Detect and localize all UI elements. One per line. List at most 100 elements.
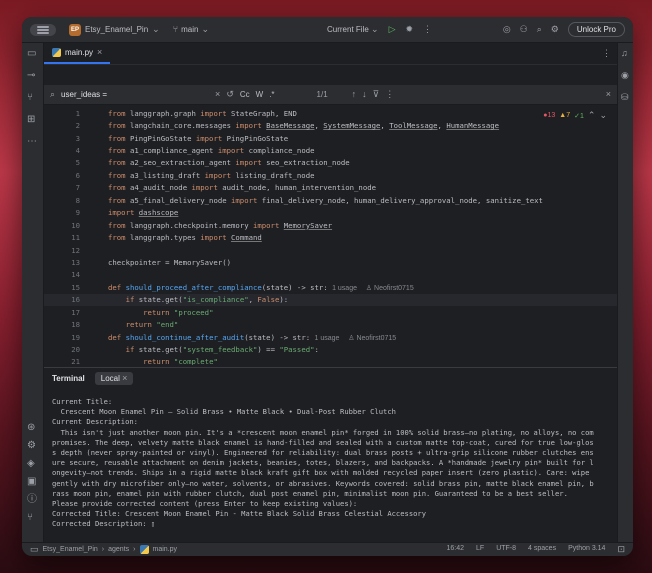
gear-icon[interactable]: ⚙	[551, 25, 559, 34]
pull-request-icon[interactable]: ⑂	[27, 93, 33, 103]
code-line-current: 16 if state.get("is_compliance", False):	[44, 293, 617, 306]
search-icon[interactable]: ⌕	[537, 25, 542, 34]
terminal-line: This isn't just another moon pin. It's a…	[52, 427, 594, 437]
code-line: 10 from langgraph.checkpoint.memory impor…	[71, 220, 333, 230]
whole-word-toggle[interactable]: W	[256, 90, 264, 99]
code-editor[interactable]: 1 from langgraph.graph import StateGraph,…	[44, 107, 617, 365]
terminal-line: rass moon pin, enamel pin with rubber cl…	[52, 488, 568, 498]
project-badge: EP	[69, 23, 81, 36]
version-control-icon[interactable]: ⑂	[27, 513, 33, 523]
services-icon[interactable]: ⚙	[27, 441, 36, 451]
code-line: 14	[71, 270, 80, 280]
structure-icon[interactable]: ⊞	[27, 115, 35, 125]
terminal-line: Corrected Title: Crescent Moon Enamel Pi…	[52, 509, 427, 519]
interpreter[interactable]: Python 3.14	[568, 545, 605, 554]
stop-icon[interactable]: ⋮	[423, 25, 432, 34]
editor-tabs: main.py × ⋮	[44, 43, 617, 65]
breadcrumb-dir[interactable]: agents	[108, 546, 129, 553]
database-icon[interactable]: ⛁	[621, 93, 629, 102]
code-line: 21 return "complete"	[71, 357, 218, 365]
regex-toggle[interactable]: .*	[269, 90, 274, 99]
branch-icon: ⑂	[172, 24, 179, 34]
find-bar: ⌕ user_ideas = × ↺ Cc W .* 1/1 ↑ ↓ ⊽ ⋮ ×	[44, 85, 617, 105]
commit-icon[interactable]: ⊸	[27, 71, 35, 81]
more-options-icon[interactable]: ⋮	[385, 90, 394, 99]
breadcrumb-project[interactable]: Etsy_Enamel_Pin	[43, 546, 98, 553]
close-icon[interactable]: ×	[606, 90, 611, 99]
code-line: 11 from langgraph.types import Command	[71, 233, 262, 243]
arrow-up-icon[interactable]: ↑	[352, 90, 357, 99]
packages-icon[interactable]: ◈	[27, 459, 35, 469]
file-encoding[interactable]: UTF-8	[496, 545, 516, 554]
tab-terminal[interactable]: Terminal	[52, 374, 85, 383]
match-case-toggle[interactable]: Cc	[240, 90, 250, 99]
project-icon: ▭	[30, 544, 39, 554]
status-bar: ▭ Etsy_Enamel_Pin › agents › main.py 16:…	[22, 542, 633, 556]
history-icon[interactable]: ↺	[226, 90, 234, 99]
code-line: 18 return "end"	[71, 320, 179, 330]
notifications-icon[interactable]: ♫	[621, 49, 628, 58]
main-menu-button[interactable]	[30, 23, 56, 36]
tab-label: main.py	[65, 48, 94, 57]
match-count: 1/1	[316, 90, 328, 99]
terminal-icon[interactable]: ▣	[27, 477, 36, 487]
code-line: 7 from a4_audit_node import audit_node, h…	[75, 183, 376, 193]
code-line: 20 if state.get("system_feedback") == "P…	[71, 345, 319, 355]
lock-icon[interactable]: ⊡	[617, 545, 625, 554]
terminal-line: Please provide corrected content (press …	[52, 499, 358, 509]
close-icon[interactable]: ×	[97, 48, 102, 57]
python-console-icon[interactable]: ⊛	[27, 423, 35, 433]
code-line: 5 from a2_seo_extraction_agent import seo…	[75, 158, 350, 168]
terminal-line: Current Description:	[52, 417, 138, 427]
terminal-line: s depth (never spray-painted or vinyl). …	[52, 448, 594, 458]
code-line: 3 from PingPinGoState import PingPinGoSta…	[75, 133, 289, 143]
terminal-line: Crescent Moon Enamel Pin — Solid Brass •…	[52, 407, 396, 417]
search-icon[interactable]: ⌕	[50, 90, 55, 99]
problems-icon[interactable]: ⓘ	[27, 495, 37, 505]
user-icon[interactable]: ⚇	[520, 25, 528, 34]
tab-main-py[interactable]: main.py ×	[44, 43, 111, 64]
project-selector[interactable]: EP Etsy_Enamel_Pin ⌄	[64, 22, 165, 38]
left-tool-strip: ▭ ⊸ ⑂ ⊞ ⋯ ⊛ ⚙ ◈ ▣ ⓘ ⑂	[22, 43, 44, 542]
project-name: Etsy_Enamel_Pin	[85, 25, 149, 34]
chevron-down-icon: ⌄	[201, 24, 209, 34]
code-line: 19 def should_continue_after_audit(state)…	[71, 332, 397, 342]
terminal-output[interactable]: Current Title: Crescent Moon Enamel Pin …	[44, 391, 617, 541]
right-tool-strip: ♫ ◉ ⛁	[617, 43, 633, 542]
more-tools-icon[interactable]: ⋯	[27, 137, 37, 147]
terminal-line: ongevity—not trends. Ships in a rigid ma…	[52, 468, 590, 478]
tab-local[interactable]: Local ×	[94, 372, 134, 385]
code-line: 15 def should_proceed_after_compliance(st…	[71, 282, 414, 292]
branch-selector[interactable]: ⑂ main ⌄	[172, 24, 209, 35]
caret-position[interactable]: 16:42	[447, 545, 465, 554]
unlock-pro-button[interactable]: Unlock Pro	[567, 22, 625, 37]
arrow-down-icon[interactable]: ↓	[362, 90, 367, 99]
run-config-label: Current File	[327, 25, 369, 34]
run-config-selector[interactable]: Current File ⌄	[327, 25, 379, 35]
ai-chat-icon[interactable]: ◉	[621, 71, 629, 80]
code-line: 9 import dashscope	[75, 208, 179, 218]
folder-icon[interactable]: ▭	[27, 49, 36, 59]
more-options-icon[interactable]: ⋮	[602, 49, 617, 58]
clear-icon[interactable]: ×	[215, 90, 220, 99]
breadcrumb-file[interactable]: main.py	[153, 546, 178, 553]
tab-local-label: Local	[100, 374, 120, 383]
terminal-tabs: Terminal Local ×	[44, 367, 617, 389]
code-line: 13 checkpointer = MemorySaver()	[71, 257, 232, 267]
terminal-line: Current Title:	[52, 397, 113, 406]
filter-icon[interactable]: ⊽	[373, 90, 380, 99]
indent-setting[interactable]: 4 spaces	[528, 545, 556, 554]
ai-assistant-icon[interactable]: ◎	[503, 25, 511, 34]
terminal-line: gently with dry microfiber only—no water…	[52, 478, 594, 488]
terminal-input-line[interactable]: Corrected Description: ▯	[52, 519, 609, 529]
close-icon[interactable]: ×	[122, 373, 127, 383]
debug-icon[interactable]: ✹	[406, 25, 414, 34]
ide-window: EP Etsy_Enamel_Pin ⌄ ⑂ main ⌄ Current Fi…	[22, 17, 633, 556]
terminal-line: promises. The deep, velvety matte black …	[52, 437, 594, 447]
title-bar: EP Etsy_Enamel_Pin ⌄ ⑂ main ⌄ Current Fi…	[22, 17, 633, 43]
run-icon[interactable]: ▷	[389, 25, 396, 34]
line-separator[interactable]: LF	[476, 545, 484, 554]
code-line: 6 from a3_listing_draft import listing_dr…	[75, 170, 315, 180]
find-input[interactable]: user_ideas =	[61, 90, 209, 99]
python-file-icon	[139, 545, 149, 554]
